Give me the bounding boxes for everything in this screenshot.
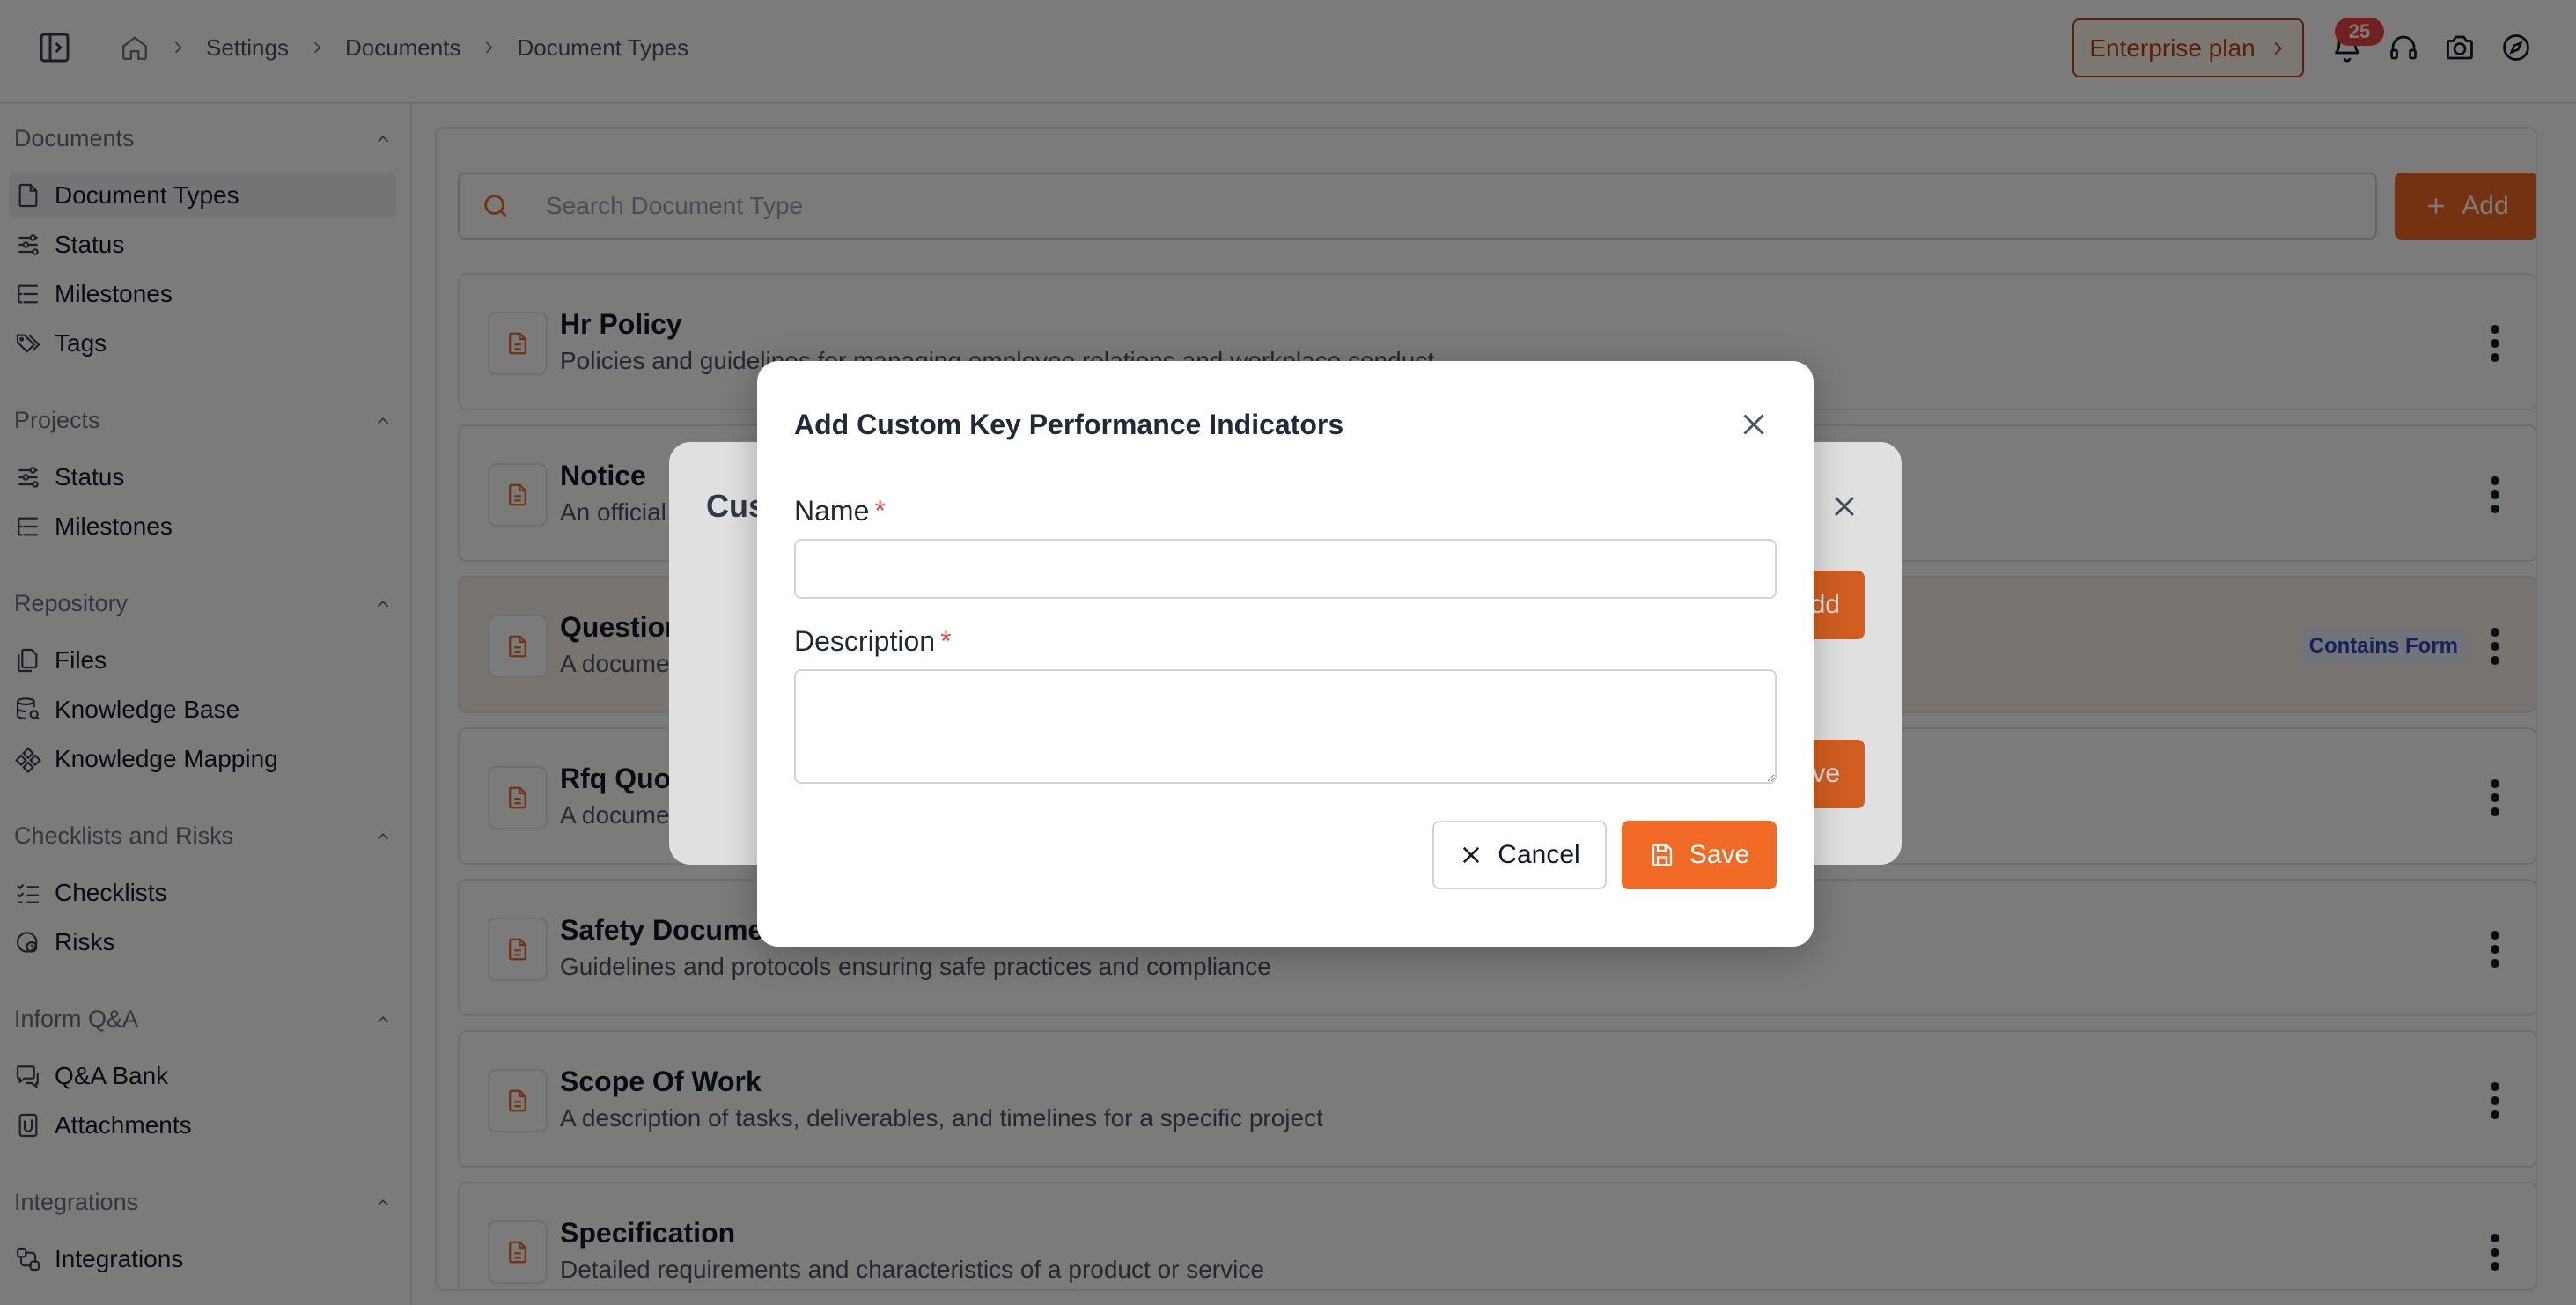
cancel-label: Cancel (1498, 840, 1580, 869)
modal-title: Add Custom Key Performance Indicators (794, 409, 1344, 440)
close-icon (1463, 846, 1480, 864)
description-label: Description * (794, 625, 952, 658)
description-field[interactable] (794, 669, 1777, 784)
required-mark: * (874, 495, 886, 527)
name-field[interactable] (794, 539, 1777, 599)
add-custom-kpi-modal: Add Custom Key Performance Indicators Na… (757, 361, 1814, 947)
name-label: Name * (794, 495, 886, 527)
name-label-text: Name (794, 495, 870, 527)
save-icon (1652, 844, 1672, 866)
save-button[interactable]: Save (1622, 821, 1777, 889)
close-icon[interactable] (1738, 409, 1770, 440)
save-label: Save (1689, 840, 1750, 869)
required-mark: * (940, 625, 952, 657)
description-label-text: Description (794, 625, 936, 657)
cancel-button[interactable]: Cancel (1432, 821, 1607, 889)
